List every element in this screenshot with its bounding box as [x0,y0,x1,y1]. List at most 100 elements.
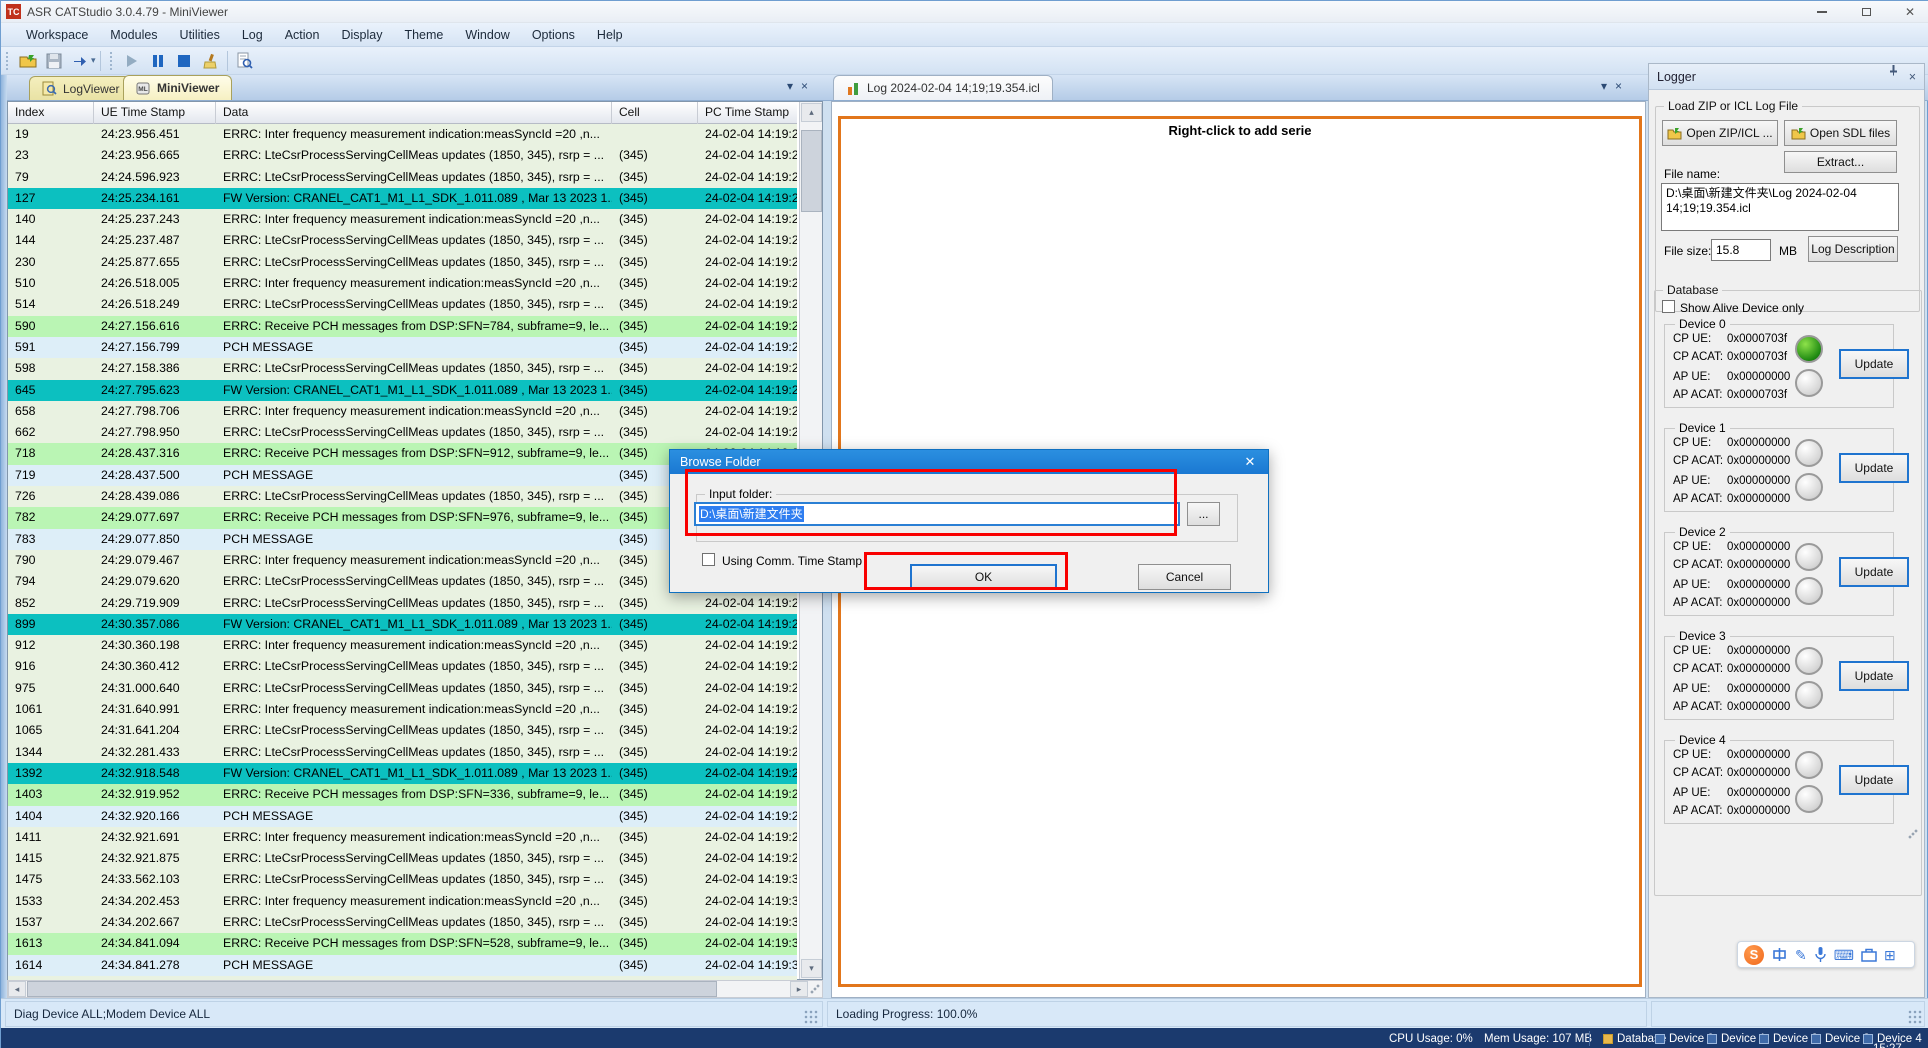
chart-panel-menu-chevron-icon[interactable]: ▾ [1601,79,1607,93]
table-row[interactable]: 85224:29.719.909ERRC: LteCsrProcessServi… [8,593,797,614]
menu-utilities[interactable]: Utilities [169,23,231,47]
mic-icon[interactable] [1814,946,1827,963]
cancel-button[interactable]: Cancel [1138,564,1231,590]
table-row[interactable]: 141124:32.921.691ERRC: Inter frequency m… [8,827,797,848]
minimize-button[interactable] [1809,3,1835,21]
scrollbar-grip[interactable] [810,984,820,994]
taskbar-item-device-3[interactable]: Device 3 [1811,1028,1870,1048]
import-button[interactable] [68,49,92,73]
comm-timestamp-checkbox[interactable] [702,553,715,566]
table-row[interactable]: 106524:31.641.204ERRC: LteCsrProcessServ… [8,720,797,741]
taskbar-item-device-0[interactable]: Device 0 [1655,1028,1714,1048]
log-description-button[interactable]: Log Description [1808,236,1898,262]
scroll-right-icon[interactable]: ▸ [790,981,808,997]
table-row[interactable]: 59124:27.156.799PCH MESSAGE(345)24-02-04… [8,337,797,358]
table-row[interactable]: 106124:31.640.991ERRC: Inter frequency m… [8,699,797,720]
table-row[interactable]: 153324:34.202.453ERRC: Inter frequency m… [8,891,797,912]
toolbar-grip[interactable] [6,52,10,70]
play-button[interactable] [120,49,144,73]
dialog-title-bar[interactable]: Browse Folder ✕ [670,450,1268,474]
menu-log[interactable]: Log [231,23,274,47]
maximize-button[interactable] [1853,3,1879,21]
taskbar-item-device-1[interactable]: Device 1 [1707,1028,1766,1048]
logger-resize-grip[interactable] [1908,829,1918,839]
column-header-pc-time[interactable]: PC Time Stamp [698,102,797,124]
table-row[interactable]: 14424:25.237.487ERRC: LteCsrProcessServi… [8,230,797,251]
table-row[interactable]: 66224:27.798.950ERRC: LteCsrProcessServi… [8,422,797,443]
open-sdl-button[interactable]: Open SDL files [1784,120,1897,146]
menu-action[interactable]: Action [274,23,331,47]
clean-button[interactable] [198,49,222,73]
table-row[interactable]: 14024:25.237.243ERRC: Inter frequency me… [8,209,797,230]
left-panel-menu-chevron-icon[interactable]: ▾ [787,79,793,93]
table-row[interactable]: 140424:32.920.166PCH MESSAGE(345)24-02-0… [8,806,797,827]
table-row[interactable]: 97524:31.000.640ERRC: LteCsrProcessServi… [8,678,797,699]
grid-icon[interactable]: ⊞ [1884,948,1896,962]
menu-display[interactable]: Display [330,23,393,47]
show-alive-checkbox[interactable] [1662,300,1675,313]
file-size-box[interactable]: 15.8 [1711,239,1771,261]
vertical-scroll-thumb[interactable] [801,130,822,212]
table-row[interactable]: 140324:32.919.952ERRC: Receive PCH messa… [8,784,797,805]
sogou-logo-icon[interactable]: S [1744,945,1764,965]
table-row[interactable]: 65824:27.798.706ERRC: Inter frequency me… [8,401,797,422]
left-panel-close-icon[interactable]: × [801,79,808,93]
table-row[interactable]: 161424:34.841.278PCH MESSAGE(345)24-02-0… [8,955,797,976]
update-button[interactable]: Update [1839,557,1909,587]
tab-chart-document[interactable]: Log 2024-02-04 14;19;19.354.icl [833,75,1053,100]
update-button[interactable]: Update [1839,661,1909,691]
menu-help[interactable]: Help [586,23,634,47]
scroll-up-icon[interactable]: ▴ [801,103,822,122]
tab-logviewer[interactable]: LogViewer [29,76,132,100]
update-button[interactable]: Update [1839,765,1909,795]
update-button[interactable]: Update [1839,349,1909,379]
table-row[interactable]: 161324:34.841.094ERRC: Receive PCH messa… [8,933,797,954]
table-row[interactable]: 59024:27.156.616ERRC: Receive PCH messag… [8,316,797,337]
file-name-box[interactable]: D:\桌面\新建文件夹\Log 2024-02-04 14;19;19.354.… [1661,183,1899,231]
menu-modules[interactable]: Modules [99,23,168,47]
ok-button[interactable]: OK [910,564,1057,590]
dialog-close-icon[interactable]: ✕ [1240,450,1260,474]
table-row[interactable]: 51424:26.518.249ERRC: LteCsrProcessServi… [8,294,797,315]
log-search-button[interactable] [233,49,257,73]
table-horizontal-scrollbar[interactable]: ◂ ▸ [7,980,823,998]
table-row[interactable]: 64524:27.795.623FW Version: CRANEL_CAT1_… [8,380,797,401]
table-row[interactable]: 1924:23.956.451ERRC: Inter frequency mea… [8,124,797,145]
table-row[interactable]: 139224:32.918.548FW Version: CRANEL_CAT1… [8,763,797,784]
tab-miniviewer[interactable]: ML MiniViewer [123,75,232,100]
menu-theme[interactable]: Theme [393,23,454,47]
table-row[interactable]: 91624:30.360.412ERRC: LteCsrProcessServi… [8,656,797,677]
table-row[interactable]: 153724:34.202.667ERRC: LteCsrProcessServ… [8,912,797,933]
toolbar-overflow-chevron[interactable]: ▾ [91,55,96,66]
scroll-left-icon[interactable]: ◂ [8,981,26,997]
column-header-cell[interactable]: Cell [612,102,698,124]
open-zip-button[interactable]: Open ZIP/ICL ... [1662,120,1778,146]
table-row[interactable]: 59824:27.158.386ERRC: LteCsrProcessServi… [8,358,797,379]
taskbar-item-device-2[interactable]: Device 2 [1759,1028,1818,1048]
chinese-mode-icon[interactable] [1771,946,1788,963]
scroll-down-icon[interactable]: ▾ [801,959,822,978]
chart-panel-close-icon[interactable]: × [1615,79,1622,93]
open-log-button[interactable] [16,49,40,73]
input-folder-field[interactable]: D:\桌面\新建文件夹 [694,502,1180,526]
table-row[interactable]: 2324:23.956.665ERRC: LteCsrProcessServin… [8,145,797,166]
table-row[interactable]: 147524:33.562.103ERRC: LteCsrProcessServ… [8,869,797,890]
table-row[interactable]: 141524:32.921.875ERRC: LteCsrProcessServ… [8,848,797,869]
stop-button[interactable] [172,49,196,73]
menu-window[interactable]: Window [454,23,520,47]
toolbox-icon[interactable] [1861,947,1877,962]
table-row[interactable]: 91224:30.360.198ERRC: Inter frequency me… [8,635,797,656]
column-header-ue-time[interactable]: UE Time Stamp [94,102,216,124]
close-button[interactable]: ✕ [1897,3,1923,21]
status-grip[interactable] [804,1010,818,1024]
table-row[interactable]: 7924:24.596.923ERRC: LteCsrProcessServin… [8,167,797,188]
update-button[interactable]: Update [1839,453,1909,483]
window-resize-grip[interactable] [1908,1010,1922,1024]
toolbar-grip-2[interactable] [110,52,114,70]
punctuation-mode-icon[interactable]: ✎ [1795,948,1807,962]
pause-button[interactable] [146,49,170,73]
logger-close-icon[interactable]: × [1909,64,1916,90]
column-header-index[interactable]: Index [8,102,94,124]
browse-button[interactable]: ... [1187,502,1220,526]
column-header-data[interactable]: Data [216,102,612,124]
